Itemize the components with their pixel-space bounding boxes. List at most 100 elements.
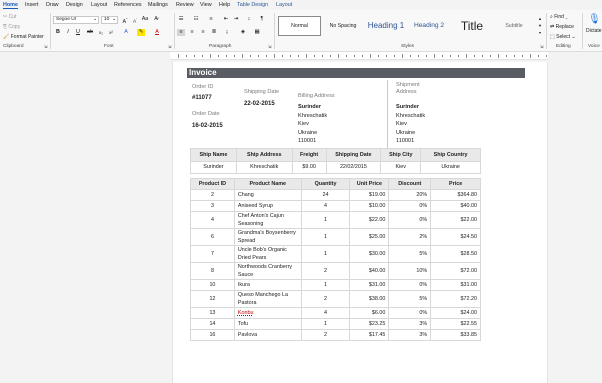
numbering-icon[interactable]: ☷ [192,16,200,23]
table-cell[interactable]: $9.00 [291,160,327,174]
table-cell[interactable]: Chang [233,189,302,201]
style-subtitle[interactable]: Subtitle [495,16,533,36]
table-cell[interactable]: 1 [300,279,351,291]
table-cell[interactable]: $40.00 [430,200,481,212]
horizontal-ruler[interactable] [170,52,548,60]
table-cell[interactable]: $10.00 [349,200,390,212]
font-launcher-icon[interactable]: ⇲ [168,44,171,50]
tab-layout[interactable]: Layout [91,2,107,8]
underline-icon[interactable]: U [74,29,82,36]
table-cell[interactable]: 1 [300,211,351,229]
table-cell[interactable]: $364.80 [430,189,481,201]
table-cell[interactable]: $30.00 [349,245,390,263]
table-cell[interactable]: Pavlova [233,329,302,341]
align-left-icon[interactable]: ≡ [177,29,185,36]
invoice-title[interactable]: Invoice [189,68,217,78]
table-cell[interactable]: Tofu [233,318,302,330]
table-cell[interactable]: 16 [190,329,235,341]
table-cell[interactable]: Queso Manchego La Pastora [233,290,302,308]
italic-icon[interactable]: I [64,29,72,36]
align-center-icon[interactable]: ≡ [188,29,196,36]
bullets-icon[interactable]: ☰ [177,16,185,23]
styles-scroll-up-icon[interactable]: ▲ [536,15,544,22]
table-cell[interactable]: $38.00 [349,290,390,308]
table-cell[interactable]: $72.20 [430,290,481,308]
styles-more-icon[interactable]: ▾ [536,29,544,36]
table-cell[interactable]: 1 [300,228,351,246]
tab-table-design[interactable]: Table Design [237,2,268,8]
table-cell[interactable]: Northwoods Cranberry Sauce [233,262,302,280]
table-cell[interactable]: 0% [388,200,432,212]
tab-home[interactable]: Home [3,2,18,9]
style-heading-2[interactable]: Heading 2 [409,16,449,36]
shrink-font-icon[interactable]: Aˇ [131,16,139,24]
table-cell[interactable]: 22/02/2015 [325,160,382,174]
table-cell[interactable]: $22.55 [430,318,481,330]
table-cell[interactable]: $33.85 [430,329,481,341]
table-cell[interactable]: Ikura [233,279,302,291]
find-button[interactable]: ⌕ Find ⌄ [550,14,568,20]
pilcrow-icon[interactable]: ¶ [258,16,266,23]
table-cell[interactable]: 4 [300,200,351,212]
table-cell[interactable]: Kiev [380,160,422,174]
decrease-indent-icon[interactable]: ⇤ [222,16,230,23]
table-cell[interactable]: 2 [300,262,351,280]
styles-scroll-down-icon[interactable]: ▼ [536,22,544,29]
copy-button[interactable]: ⎘ Copy [3,24,20,30]
table-cell[interactable]: 0% [388,211,432,229]
clear-formatting-icon[interactable]: A̷ [152,16,160,23]
table-cell[interactable]: $40.00 [349,262,390,280]
replace-button[interactable]: ⇄ Replace [550,24,574,30]
table-cell[interactable]: 12 [190,290,235,308]
table-cell[interactable]: 0% [388,307,432,319]
table-cell[interactable]: 10% [388,262,432,280]
table-cell[interactable]: 20% [388,189,432,201]
change-case-icon[interactable]: Aa [141,16,149,23]
line-spacing-icon[interactable]: ↨ [223,29,231,36]
table-cell[interactable]: Aniseed Syrup [233,200,302,212]
highlight-icon[interactable]: ✎ [137,29,145,36]
subscript-icon[interactable]: x₂ [97,29,105,36]
dictate-label[interactable]: Dictate [586,28,602,34]
table-cell[interactable]: 3% [388,318,432,330]
font-size-select[interactable]: 10 ⌄ [101,16,118,24]
table-cell[interactable]: 10 [190,279,235,291]
table-cell[interactable]: $28.50 [430,245,481,263]
shading-icon[interactable]: ◈ [239,29,247,36]
table-cell[interactable]: $31.00 [349,279,390,291]
table-cell[interactable]: 4 [300,307,351,319]
table-cell[interactable]: 13 [190,307,235,319]
table-cell[interactable]: 0% [388,279,432,291]
table-cell[interactable]: 1 [300,245,351,263]
table-cell[interactable]: $72.00 [430,262,481,280]
tab-mailings[interactable]: Mailings [148,2,168,8]
table-cell[interactable]: $22.00 [430,211,481,229]
bold-icon[interactable]: B [54,29,62,36]
table-cell[interactable]: 2% [388,228,432,246]
style-title[interactable]: Title [451,16,493,36]
table-cell[interactable]: Konbu [233,307,302,319]
table-cell[interactable]: 2 [300,290,351,308]
table-cell[interactable]: Surinder [190,160,237,174]
font-name-select[interactable]: Segoe UI ⌄ [53,16,99,24]
table-cell[interactable]: Khreschatik [235,160,293,174]
cut-button[interactable]: ✂ Cut [3,14,16,20]
table-cell[interactable]: Grandma's Boysenberry Spread [233,228,302,246]
table-cell[interactable]: 4 [190,211,235,229]
microphone-icon[interactable]: 🎙 [588,14,601,26]
table-cell[interactable]: 1 [300,318,351,330]
select-button[interactable]: ⬚ Select ⌄ [550,34,576,40]
table-cell[interactable]: Chef Anton's Cajun Seasoning [233,211,302,229]
table-cell[interactable]: $31.00 [430,279,481,291]
sort-icon[interactable]: ↕ [245,16,253,23]
superscript-icon[interactable]: x² [107,29,115,36]
table-cell[interactable]: 24 [300,189,351,201]
tab-references[interactable]: References [114,2,142,8]
table-cell[interactable]: 7 [190,245,235,263]
table-cell[interactable]: 6 [190,228,235,246]
borders-icon[interactable]: ▦ [253,29,261,36]
justify-icon[interactable]: ≣ [210,29,218,36]
table-cell[interactable]: Ukraine [420,160,481,174]
table-cell[interactable]: $19.00 [349,189,390,201]
clipboard-launcher-icon[interactable]: ⇲ [44,44,47,50]
